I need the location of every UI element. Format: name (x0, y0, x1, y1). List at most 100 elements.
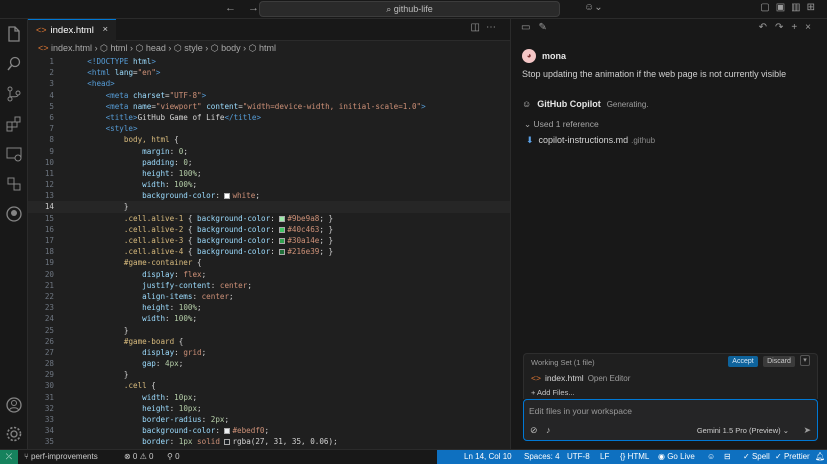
code-line[interactable]: 31 width: 10px; (28, 392, 510, 403)
code-line[interactable]: 8 body, html { (28, 134, 510, 145)
working-file-name: index.html (544, 373, 584, 383)
code-line[interactable]: 23 height: 100%; (28, 302, 510, 313)
copilot-menu-icon[interactable]: ☺⌄ (584, 2, 603, 13)
account-icon[interactable] (5, 396, 23, 414)
code-line[interactable]: 17 .cell.alive-3 { background-color: #30… (28, 235, 510, 246)
branch-status[interactable]: ⑂ perf-improvements (24, 450, 98, 464)
code-editor[interactable]: 1 <!DOCTYPE html> 2 <html lang="en"> 3 <he… (28, 56, 510, 448)
send-icon[interactable]: ➤ (803, 425, 811, 436)
code-line[interactable]: 33 border-radius: 2px; (28, 414, 510, 425)
command-center-search[interactable]: ⌕ github-life (259, 1, 560, 17)
breadcrumb-item[interactable]: style (184, 43, 203, 53)
code-line[interactable]: 6 <title>GitHub Game of Life</title> (28, 112, 510, 123)
go-live-button[interactable]: ◉ Go Live (658, 450, 695, 464)
code-line[interactable]: 5 <meta name="viewport" content="width=d… (28, 101, 510, 112)
breadcrumb-item[interactable]: index.html (51, 43, 92, 53)
source-control-icon[interactable] (5, 85, 23, 103)
code-line[interactable]: 15 .cell.alive-1 { background-color: #9b… (28, 213, 510, 224)
code-line[interactable]: 21 justify-content: center; (28, 280, 510, 291)
testing-icon[interactable] (5, 175, 23, 193)
settings-gear-icon[interactable] (5, 425, 23, 443)
accept-button[interactable]: Accept (728, 356, 758, 367)
code-line[interactable]: 30 .cell { (28, 380, 510, 391)
code-line[interactable]: 34 background-color: #ebedf0; (28, 425, 510, 436)
color-swatch[interactable] (279, 215, 286, 222)
indentation-status[interactable]: Spaces: 4 (524, 450, 560, 464)
code-line[interactable]: 18 .cell.alive-4 { background-color: #21… (28, 246, 510, 257)
microphone-icon[interactable]: ♪ (546, 425, 551, 435)
working-set-menu-icon[interactable]: ▾ (800, 355, 810, 366)
code-line[interactable]: 19 #game-container { (28, 257, 510, 268)
github-icon[interactable] (5, 205, 23, 223)
reference-item[interactable]: ⬇ copilot-instructions.md .github (526, 135, 655, 146)
language-status[interactable]: {} HTML (620, 450, 649, 464)
line-number: 27 (44, 347, 54, 357)
editor-actions[interactable]: ◫⋯ (471, 22, 502, 33)
prettier-status[interactable]: ✓ Prettier (775, 450, 810, 464)
code-line[interactable]: 1 <!DOCTYPE html> (28, 56, 510, 67)
back-arrow-icon[interactable]: ← (225, 2, 236, 14)
ports-status[interactable]: ⚲ 0 (167, 450, 180, 464)
color-swatch[interactable] (224, 439, 231, 446)
remote-explorer-icon[interactable] (5, 145, 23, 163)
chat-input-placeholder[interactable]: Edit files in your workspace (529, 406, 632, 416)
code-line[interactable]: 3 <head> (28, 78, 510, 89)
code-line[interactable]: 16 .cell.alive-2 { background-color: #40… (28, 224, 510, 235)
breadcrumb-item[interactable]: html (110, 43, 127, 53)
spell-status[interactable]: ✓ Spell (743, 450, 770, 464)
chat-input-box[interactable]: Edit files in your workspace ⊘ ♪ Gemini … (523, 399, 818, 441)
code-line[interactable]: 24 width: 100%; (28, 313, 510, 324)
cursor-position[interactable]: Ln 14, Col 10 (464, 450, 512, 464)
model-picker[interactable]: Gemini 1.5 Pro (Preview) ⌄ (697, 426, 789, 435)
add-files-button[interactable]: + Add Files... (531, 388, 575, 397)
code-token: border-radius (142, 415, 202, 424)
code-line[interactable]: 28 gap: 4px; (28, 358, 510, 369)
code-line[interactable]: 27 display: grid; (28, 347, 510, 358)
color-swatch[interactable] (279, 238, 286, 244)
copilot-status-icon[interactable]: ☺ (707, 450, 715, 464)
forward-arrow-icon[interactable]: → (248, 2, 259, 14)
breadcrumb-item[interactable]: html (259, 43, 276, 53)
references-toggle[interactable]: ⌄ Used 1 reference (524, 119, 599, 130)
code-line[interactable]: 13 background-color: white; (28, 190, 510, 201)
code-line[interactable]: 4 <meta charset="UTF-8"> (28, 90, 510, 101)
code-line[interactable]: 10 padding: 0; (28, 157, 510, 168)
code-line[interactable]: 20 display: flex; (28, 269, 510, 280)
layout-toggle-icons[interactable]: ▢▣▥⊞ (760, 2, 821, 13)
problems-status[interactable]: ⊗ 0 ⚠ 0 (124, 450, 153, 464)
extensions-icon[interactable] (5, 115, 23, 133)
explorer-icon[interactable] (5, 25, 23, 43)
code-line[interactable]: 9 margin: 0; (28, 146, 510, 157)
code-line[interactable]: 22 align-items: center; (28, 291, 510, 302)
chat-actions-icons[interactable]: ↶↷+× (759, 22, 819, 33)
bell-status-icon[interactable]: ⊟ (724, 450, 731, 464)
encoding-status[interactable]: UTF-8 (567, 450, 590, 464)
search-icon[interactable] (5, 55, 23, 73)
code-line[interactable]: 7 <style> (28, 123, 510, 134)
attach-icon[interactable]: ⊘ (530, 425, 538, 436)
breadcrumb-item[interactable]: head (146, 43, 166, 53)
color-swatch[interactable] (224, 193, 231, 200)
breadcrumb-item[interactable]: body (221, 43, 241, 53)
code-line[interactable]: 14 } (28, 201, 510, 213)
close-icon[interactable]: × (102, 20, 108, 40)
code-line[interactable]: 26 #game-board { (28, 336, 510, 347)
tab-index-html[interactable]: <> index.html × (28, 19, 116, 41)
command-center-label: github-life (393, 4, 433, 14)
color-swatch[interactable] (279, 226, 286, 233)
code-line[interactable]: 35 border: 1px solid rgba(27, 31, 35, 0.… (28, 436, 510, 447)
color-swatch[interactable] (279, 249, 286, 256)
code-line[interactable]: 12 width: 100%; (28, 179, 510, 190)
code-line[interactable]: 29 } (28, 369, 510, 380)
eol-status[interactable]: LF (600, 450, 609, 464)
chat-view-icons[interactable]: ▭✎ (521, 22, 555, 33)
discard-button[interactable]: Discard (763, 356, 795, 367)
color-swatch[interactable] (224, 428, 231, 435)
remote-indicator-icon[interactable]: ⤫ (0, 450, 18, 464)
code-line[interactable]: 25 } (28, 325, 510, 336)
code-line[interactable]: 32 height: 10px; (28, 403, 510, 414)
code-line[interactable]: 11 height: 100%; (28, 168, 510, 179)
notifications-icon[interactable]: 🔔︎ (815, 450, 825, 464)
working-set-file[interactable]: <> index.html Open Editor (531, 373, 630, 383)
code-line[interactable]: 2 <html lang="en"> (28, 67, 510, 78)
